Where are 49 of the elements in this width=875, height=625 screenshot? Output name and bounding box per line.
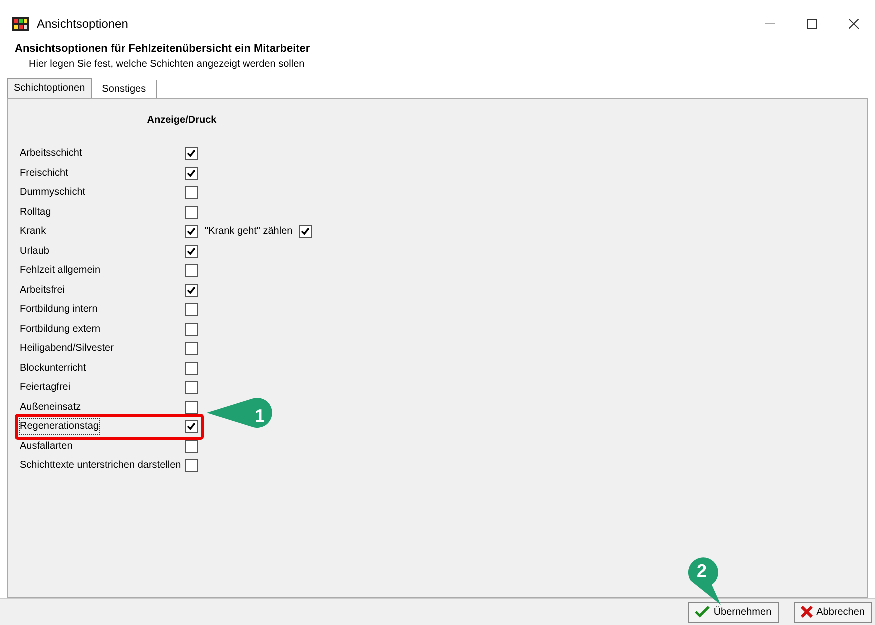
checkbox[interactable]	[185, 322, 198, 336]
option-label: Arbeitsfrei	[20, 284, 66, 298]
option-label: Arbeitsschicht	[20, 147, 82, 162]
checkbox[interactable]	[298, 225, 312, 238]
app-icon	[12, 17, 29, 31]
dialog-heading: Ansichtsoptionen für Fehlzeitenübersicht ein Mitarbeiter	[15, 42, 312, 57]
checkbox[interactable]	[185, 264, 198, 278]
option-label: Blockunterricht	[20, 362, 86, 376]
checkbox[interactable]	[185, 225, 198, 238]
option-label: Freischicht	[20, 166, 68, 181]
option-label: Ausfallarten	[20, 440, 73, 454]
dialog-subtitle: Hier legen Sie fest, welche Schichten angezeigt werden sollen	[28, 58, 306, 72]
checkbox[interactable]	[185, 206, 198, 219]
apply-button[interactable]: Übernehmen	[688, 602, 779, 622]
cross-icon	[800, 606, 813, 618]
checkbox[interactable]	[185, 342, 198, 356]
tab[interactable]: Schichtoptionen	[7, 78, 92, 98]
checkbox[interactable]	[185, 284, 198, 297]
checkmark-icon	[694, 606, 710, 618]
option-label: Urlaub	[20, 244, 50, 259]
option-label: Heiligabend/Silvester	[20, 342, 114, 356]
callout-badge: 2	[688, 557, 722, 605]
window-title: Ansichtsoptionen	[37, 16, 128, 33]
option-label: Rolltag	[20, 206, 52, 220]
option-label: "Krank geht" zählen	[205, 225, 293, 240]
option-label: Fortbildung intern	[20, 303, 98, 318]
cancel-button[interactable]: Abbrechen	[794, 602, 872, 622]
close-icon	[849, 19, 859, 29]
checkbox[interactable]	[185, 244, 198, 258]
checkbox[interactable]	[185, 400, 198, 414]
checkbox[interactable]	[185, 166, 198, 180]
option-label: Fortbildung extern	[20, 322, 101, 337]
option-label: Fehlzeit allgemein	[20, 264, 101, 278]
checkbox[interactable]	[185, 459, 198, 472]
checkbox[interactable]	[185, 381, 198, 394]
option-label: Feiertagfrei	[20, 381, 71, 396]
checkbox[interactable]	[185, 303, 198, 316]
option-label: Regenerationstag	[20, 419, 99, 434]
maximize-icon	[807, 19, 817, 29]
checkbox[interactable]	[185, 420, 198, 434]
checkbox[interactable]	[185, 147, 198, 160]
checkbox[interactable]	[185, 362, 198, 375]
option-label: Außeneinsatz	[20, 400, 82, 415]
option-label: Dummyschicht	[20, 186, 86, 200]
checkbox[interactable]	[185, 186, 198, 200]
option-label: Schichttexte unterstrichen darstellen	[20, 459, 182, 474]
option-label: Krank	[20, 225, 46, 240]
column-heading: Anzeige/Druck	[147, 114, 217, 128]
checkbox[interactable]	[185, 440, 198, 453]
